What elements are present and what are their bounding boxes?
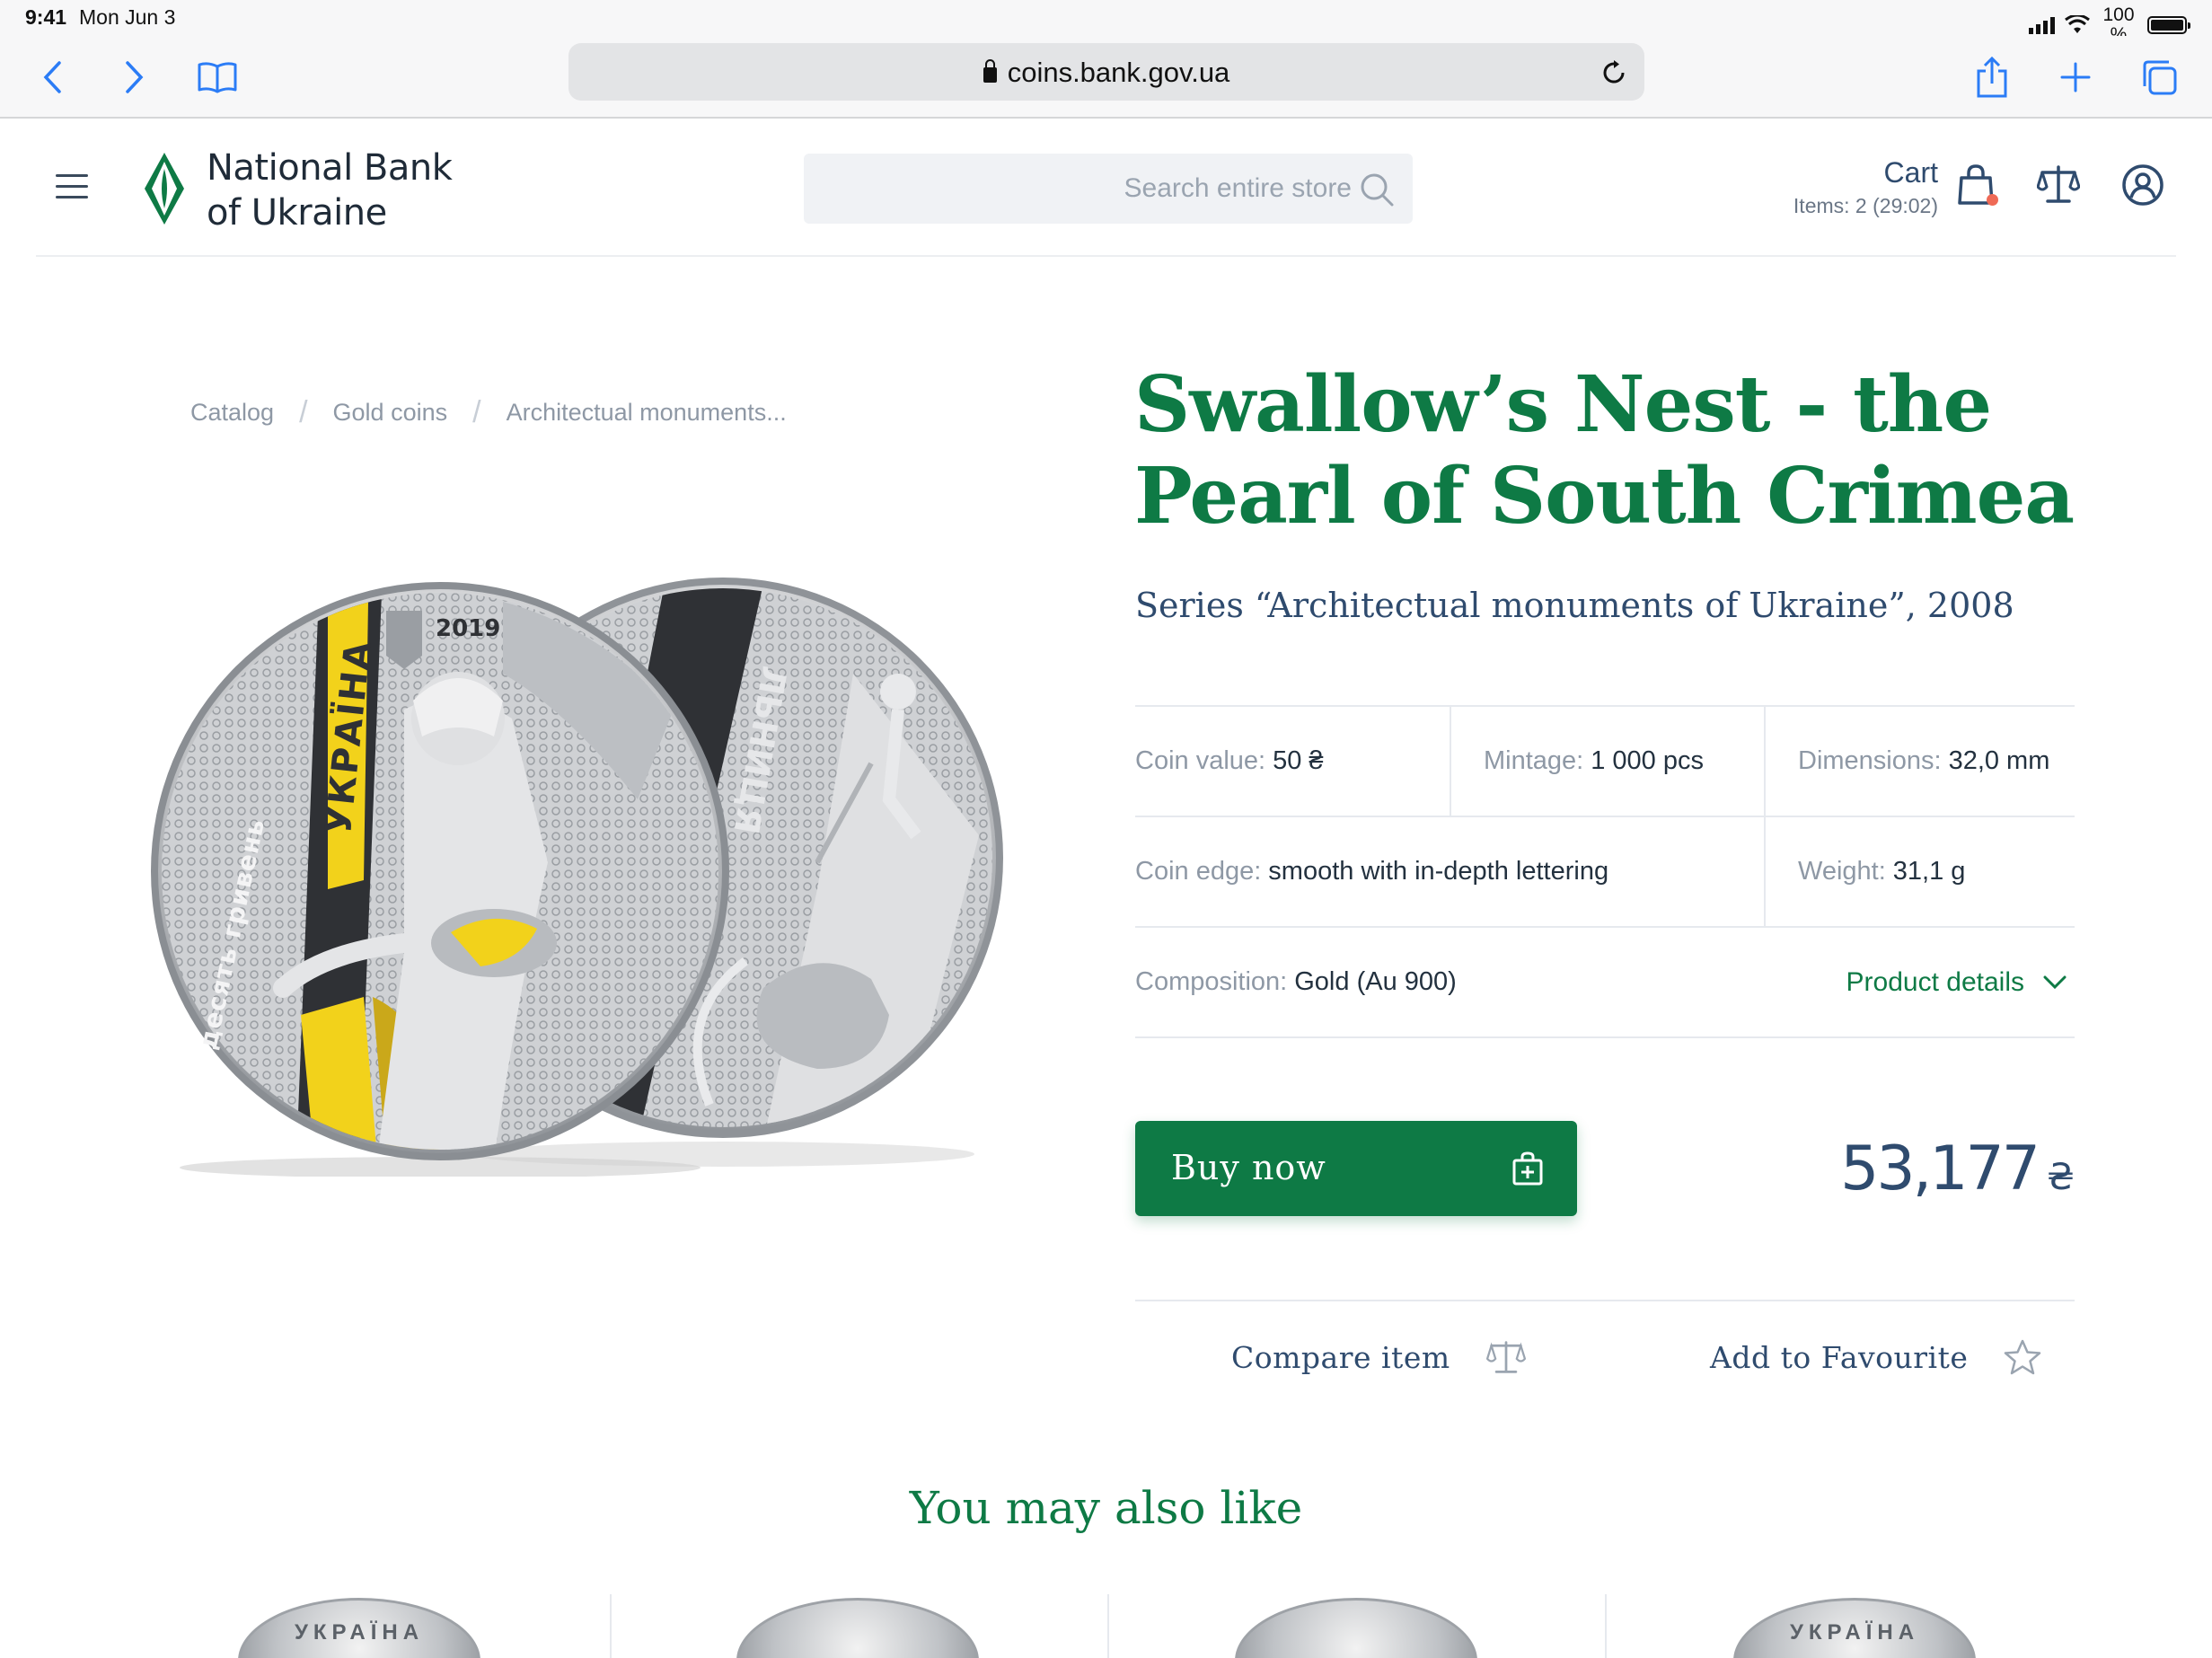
bookmarks-button[interactable] (196, 56, 239, 99)
related-products: УКРАЇНА УКРАЇНА (0, 1594, 2212, 1658)
compare-item-button[interactable]: Compare item (1231, 1339, 1526, 1375)
coin-illustration: ЛЬНИЦЯ 2019 УКРАЇНА десять гривень (151, 578, 1003, 1178)
related-product-card[interactable] (1235, 1598, 1477, 1658)
breadcrumb-gold-coins[interactable]: Gold coins (333, 399, 448, 427)
spec-row: Composition: Gold (Au 900) Product detail… (1135, 928, 2075, 1038)
buy-now-button[interactable]: Buy now (1135, 1121, 1577, 1216)
url-text: coins.bank.gov.ua (568, 57, 1644, 89)
spec-composition: Composition: Gold (Au 900) (1135, 967, 1457, 996)
cart-notification-dot (1987, 194, 1998, 206)
reload-icon (1603, 60, 1625, 84)
divider (1107, 1594, 1109, 1658)
product-image[interactable]: ЛЬНИЦЯ 2019 УКРАЇНА десять гривень (135, 566, 1033, 1178)
tabs-button[interactable] (2137, 56, 2181, 99)
spec-coin-edge: Coin edge: smooth with in-depth lettering (1135, 857, 1609, 886)
bank-logo-text[interactable]: National Bank of Ukraine (207, 146, 453, 235)
add-to-favourite-button[interactable]: Add to Favourite (1710, 1339, 2041, 1375)
account-button[interactable] (2121, 163, 2168, 210)
address-bar[interactable]: coins.bank.gov.ua (568, 43, 1644, 101)
divider (610, 1594, 612, 1658)
chevron-right-icon (126, 61, 144, 93)
bank-logo-icon[interactable] (142, 151, 187, 226)
divider (1605, 1594, 1607, 1658)
search-icon[interactable] (1359, 172, 1395, 207)
spec-row: Coin edge: smooth with in-depth lettering… (1135, 817, 2075, 928)
share-button[interactable] (1970, 56, 2014, 99)
signal-icon (2029, 17, 2055, 34)
search-input[interactable]: Search entire store (804, 154, 1413, 224)
product-price: 53,177 ₴ (1840, 1133, 2075, 1204)
share-icon (1977, 57, 2007, 98)
spec-row: Coin value: 50 ₴ Mintage: 1 000 pcs Dimens… (1135, 707, 2075, 817)
product-title: Swallow’s Nest - the Pearl of South Crim… (1134, 359, 2075, 542)
product-details-toggle[interactable]: Product details (1846, 967, 2075, 998)
related-product-card[interactable]: УКРАЇНА (238, 1598, 480, 1658)
chevron-left-icon (43, 61, 61, 93)
breadcrumb-current[interactable]: Architectual monuments... (507, 399, 787, 427)
book-icon (198, 62, 237, 93)
product-actions: Compare item Add to Favourite (1135, 1300, 2075, 1416)
star-icon (2005, 1339, 2041, 1375)
product-series: Series “Architectual monuments of Ukrain… (1135, 586, 2014, 625)
spec-weight: Weight: 31,1 g (1764, 817, 2075, 926)
compare-header-button[interactable] (2036, 163, 2084, 210)
product-specs: Coin value: 50 ₴ Mintage: 1 000 pcs Dimens… (1135, 705, 2075, 1038)
add-to-favourite-label: Add to Favourite (1710, 1339, 1969, 1375)
cart-items-count: Items: 2 (29:02) (1793, 194, 1938, 217)
tabs-icon (2143, 60, 2177, 95)
lock-icon (983, 59, 997, 83)
menu-icon-bar (56, 174, 88, 177)
plus-icon (2060, 62, 2091, 93)
compare-item-label: Compare item (1231, 1339, 1450, 1375)
menu-button[interactable] (56, 174, 88, 199)
breadcrumb: Catalog / Gold coins / Architectual monu… (190, 395, 787, 430)
add-to-bag-icon (1512, 1151, 1543, 1186)
logo-line-2: of Ukraine (207, 192, 387, 234)
status-bar: 9:41 Mon Jun 3 100 % (0, 0, 2212, 45)
spec-mintage: Mintage: 1 000 pcs (1450, 707, 1764, 816)
wifi-icon (2065, 15, 2090, 33)
breadcrumb-separator: / (299, 395, 308, 429)
status-time: 9:41 (25, 5, 67, 29)
user-icon (2122, 164, 2164, 206)
battery-icon (2147, 16, 2190, 34)
product-details-label: Product details (1846, 966, 2024, 997)
buy-now-label: Buy now (1171, 1148, 1326, 1187)
menu-icon-bar (56, 185, 88, 188)
scales-icon (2036, 165, 2081, 203)
back-button[interactable] (31, 56, 74, 99)
chevron-down-icon (2043, 975, 2067, 989)
related-heading: You may also like (909, 1482, 1303, 1534)
price-value: 53,177 (1840, 1133, 2040, 1204)
scales-icon (1485, 1341, 1526, 1373)
price-currency: ₴ (2047, 1157, 2075, 1198)
forward-button[interactable] (113, 56, 156, 99)
browser-toolbar: coins.bank.gov.ua (0, 36, 2212, 119)
related-product-card[interactable]: УКРАЇНА (1733, 1598, 1976, 1658)
related-product-card[interactable] (736, 1598, 979, 1658)
breadcrumb-separator: / (472, 395, 481, 429)
search-placeholder: Search entire store (1124, 173, 1352, 203)
coin-year: 2019 (436, 615, 500, 642)
new-tab-button[interactable] (2054, 56, 2097, 99)
spec-coin-value: Coin value: 50 ₴ (1135, 746, 1324, 775)
breadcrumb-catalog[interactable]: Catalog (190, 399, 274, 427)
status-date: Mon Jun 3 (79, 5, 176, 29)
related-coin-inscription: УКРАЇНА (294, 1620, 425, 1645)
spec-dimensions: Dimensions: 32,0 mm (1764, 707, 2075, 816)
menu-icon-bar (56, 196, 88, 198)
reload-button[interactable] (1596, 54, 1632, 90)
site-header: National Bank of Ukraine Search entire s… (36, 120, 2176, 257)
logo-line-1: National Bank (207, 147, 453, 189)
cart-button[interactable] (1956, 163, 2003, 210)
related-coin-inscription: УКРАЇНА (1789, 1620, 1920, 1645)
cart-label[interactable]: Cart (1884, 156, 1938, 190)
